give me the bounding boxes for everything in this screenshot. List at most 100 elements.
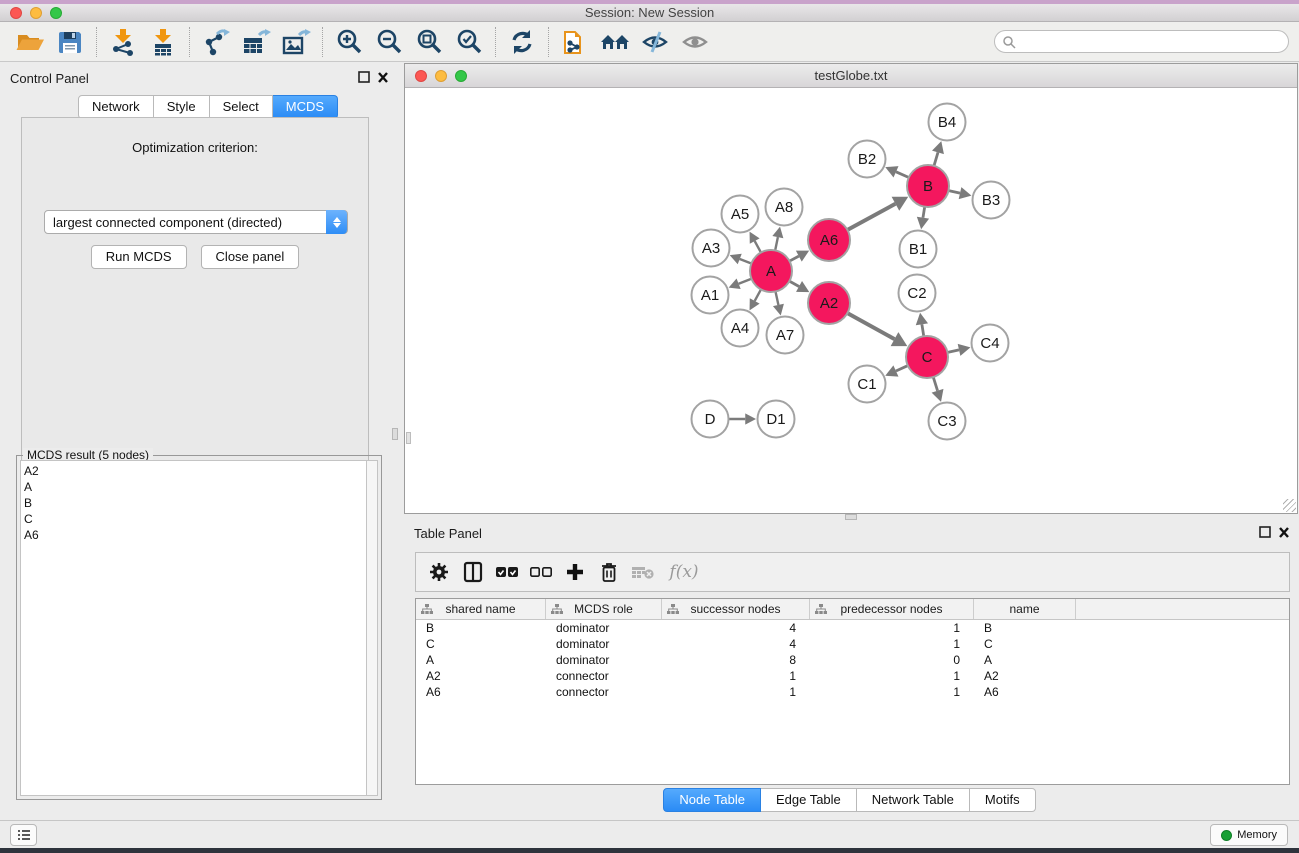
mcds-result-list[interactable]: A2ABCA6 bbox=[20, 460, 367, 796]
table-cell[interactable]: 1 bbox=[662, 684, 810, 700]
clear-selection-icon[interactable] bbox=[526, 557, 556, 587]
graph-edge[interactable] bbox=[896, 365, 909, 371]
graph-edge[interactable] bbox=[775, 291, 778, 305]
graph-edge[interactable] bbox=[755, 241, 762, 253]
divider-grip[interactable] bbox=[392, 428, 398, 440]
zoom-window-button[interactable] bbox=[50, 7, 62, 19]
table-cell[interactable]: dominator bbox=[546, 636, 662, 652]
table-row[interactable]: A2connector11A2 bbox=[416, 668, 1289, 684]
vertical-split-divider[interactable] bbox=[390, 62, 400, 820]
table-row[interactable]: Adominator80A bbox=[416, 652, 1289, 668]
table-cell[interactable]: dominator bbox=[546, 652, 662, 668]
table-cell[interactable]: A2 bbox=[416, 668, 546, 684]
zoom-selected-icon[interactable] bbox=[449, 25, 489, 59]
minimize-window-button[interactable] bbox=[435, 70, 447, 82]
tab-mcds[interactable]: MCDS bbox=[273, 95, 338, 119]
column-header-mcds-role[interactable]: MCDS role bbox=[546, 599, 662, 619]
select-all-icon[interactable] bbox=[492, 557, 522, 587]
graph-edge[interactable] bbox=[775, 237, 778, 251]
table-row[interactable]: Cdominator41C bbox=[416, 636, 1289, 652]
export-network-icon[interactable] bbox=[196, 25, 236, 59]
network-from-document-icon[interactable] bbox=[555, 25, 595, 59]
table-cell[interactable]: A6 bbox=[974, 684, 1076, 700]
show-columns-icon[interactable] bbox=[458, 557, 488, 587]
table-cell[interactable]: 1 bbox=[810, 620, 974, 636]
graph-edge[interactable] bbox=[740, 259, 753, 264]
zoom-in-icon[interactable] bbox=[329, 25, 369, 59]
open-folder-icon[interactable] bbox=[10, 25, 50, 59]
tab-select[interactable]: Select bbox=[210, 95, 273, 119]
graph-edge[interactable] bbox=[847, 313, 895, 339]
float-panel-icon[interactable] bbox=[1258, 526, 1272, 539]
export-image-icon[interactable] bbox=[276, 25, 316, 59]
table-cell[interactable]: 4 bbox=[662, 620, 810, 636]
result-scrollbar[interactable] bbox=[367, 460, 378, 796]
graph-edge[interactable] bbox=[847, 204, 896, 231]
run-mcds-button[interactable]: Run MCDS bbox=[91, 245, 187, 269]
close-panel-icon[interactable] bbox=[376, 71, 390, 84]
table-cell[interactable]: C bbox=[416, 636, 546, 652]
close-window-button[interactable] bbox=[10, 7, 22, 19]
result-item[interactable]: A2 bbox=[24, 463, 366, 479]
search-input[interactable] bbox=[994, 30, 1289, 53]
table-cell[interactable]: connector bbox=[546, 684, 662, 700]
float-panel-icon[interactable] bbox=[357, 71, 371, 84]
result-item[interactable]: A6 bbox=[24, 527, 366, 543]
tab-network-table[interactable]: Network Table bbox=[857, 788, 970, 812]
export-table-icon[interactable] bbox=[236, 25, 276, 59]
criterion-select[interactable]: largest connected component (directed) bbox=[44, 210, 348, 234]
add-column-icon[interactable] bbox=[560, 557, 590, 587]
graph-edge[interactable] bbox=[896, 172, 910, 178]
window-resize-grip[interactable] bbox=[1283, 499, 1296, 512]
table-cell[interactable]: A6 bbox=[416, 684, 546, 700]
table-cell[interactable]: 1 bbox=[810, 636, 974, 652]
table-cell[interactable]: connector bbox=[546, 668, 662, 684]
table-cell[interactable]: 1 bbox=[810, 684, 974, 700]
tab-motifs[interactable]: Motifs bbox=[970, 788, 1036, 812]
close-panel-button[interactable]: Close panel bbox=[201, 245, 300, 269]
table-cell[interactable]: B bbox=[416, 620, 546, 636]
tab-network[interactable]: Network bbox=[78, 95, 154, 119]
table-cell[interactable]: A bbox=[416, 652, 546, 668]
zoom-out-icon[interactable] bbox=[369, 25, 409, 59]
settings-gear-icon[interactable] bbox=[424, 557, 454, 587]
memory-button[interactable]: Memory bbox=[1210, 824, 1288, 846]
column-header-successor-nodes[interactable]: successor nodes bbox=[662, 599, 810, 619]
refresh-layout-icon[interactable] bbox=[502, 25, 542, 59]
table-cell[interactable]: A2 bbox=[974, 668, 1076, 684]
result-item[interactable]: B bbox=[24, 495, 366, 511]
table-cell[interactable]: C bbox=[974, 636, 1076, 652]
zoom-window-button[interactable] bbox=[455, 70, 467, 82]
result-item[interactable]: A bbox=[24, 479, 366, 495]
graph-edge[interactable] bbox=[933, 376, 938, 391]
column-header-shared-name[interactable]: shared name bbox=[416, 599, 546, 619]
minimize-window-button[interactable] bbox=[30, 7, 42, 19]
save-session-icon[interactable] bbox=[50, 25, 90, 59]
graph-edge[interactable] bbox=[755, 289, 762, 301]
table-cell[interactable]: 8 bbox=[662, 652, 810, 668]
hide-selected-icon[interactable] bbox=[635, 25, 675, 59]
close-panel-icon[interactable] bbox=[1277, 526, 1291, 539]
show-all-icon[interactable] bbox=[675, 25, 715, 59]
column-header-predecessor-nodes[interactable]: predecessor nodes bbox=[810, 599, 974, 619]
table-row[interactable]: Bdominator41B bbox=[416, 620, 1289, 636]
table-cell[interactable]: 1 bbox=[662, 668, 810, 684]
graph-edge[interactable] bbox=[934, 152, 938, 166]
close-window-button[interactable] bbox=[415, 70, 427, 82]
result-item[interactable]: C bbox=[24, 511, 366, 527]
table-row[interactable]: A6connector11A6 bbox=[416, 684, 1289, 700]
zoom-fit-icon[interactable] bbox=[409, 25, 449, 59]
table-cell[interactable]: A bbox=[974, 652, 1076, 668]
table-cell[interactable]: 0 bbox=[810, 652, 974, 668]
delete-column-icon[interactable] bbox=[594, 557, 624, 587]
table-cell[interactable]: 1 bbox=[810, 668, 974, 684]
table-cell[interactable]: B bbox=[974, 620, 1076, 636]
first-neighbors-icon[interactable] bbox=[595, 25, 635, 59]
tab-node-table[interactable]: Node Table bbox=[663, 788, 761, 812]
import-table-icon[interactable] bbox=[143, 25, 183, 59]
table-cell[interactable]: 4 bbox=[662, 636, 810, 652]
graph-edge[interactable] bbox=[739, 278, 753, 283]
tab-edge-table[interactable]: Edge Table bbox=[761, 788, 857, 812]
task-history-button[interactable] bbox=[10, 824, 37, 846]
tab-style[interactable]: Style bbox=[154, 95, 210, 119]
